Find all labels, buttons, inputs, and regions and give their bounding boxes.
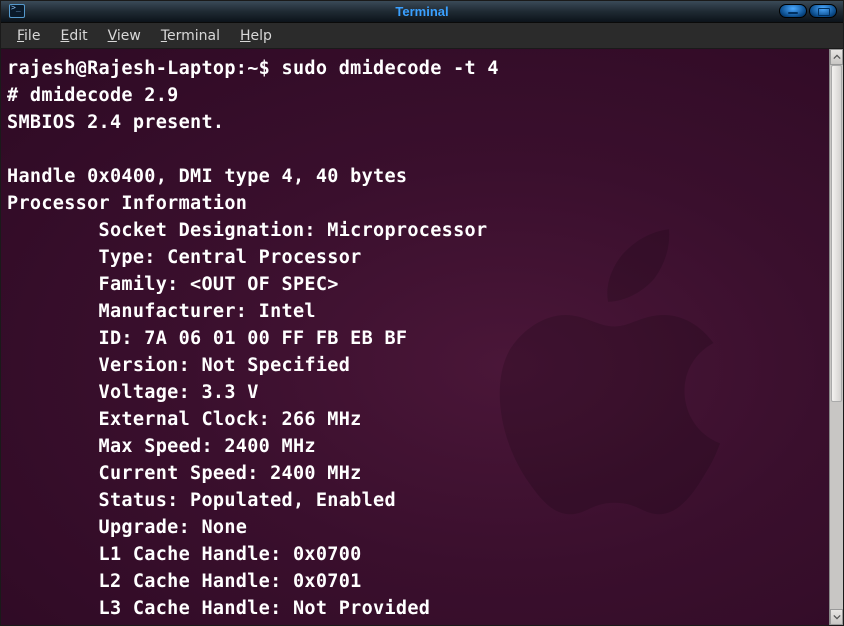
chevron-up-icon xyxy=(833,53,841,61)
shell-command: sudo dmidecode -t 4 xyxy=(282,58,499,79)
menu-view[interactable]: View xyxy=(98,25,151,47)
terminal-window: Terminal File Edit View Terminal Help ra… xyxy=(0,0,844,626)
output-line: Processor Information xyxy=(7,193,247,214)
output-line: Upgrade: None xyxy=(7,517,247,538)
output-line: Max Speed: 2400 MHz xyxy=(7,436,316,457)
output-line: L1 Cache Handle: 0x0700 xyxy=(7,544,362,565)
output-line: Type: Central Processor xyxy=(7,247,362,268)
scroll-down-button[interactable] xyxy=(830,609,843,625)
menu-edit[interactable]: Edit xyxy=(50,25,97,47)
output-line: Socket Designation: Microprocessor xyxy=(7,220,487,241)
output-line: Family: <OUT OF SPEC> xyxy=(7,274,339,295)
scroll-thumb[interactable] xyxy=(831,65,842,402)
output-line: Voltage: 3.3 V xyxy=(7,382,259,403)
window-title: Terminal xyxy=(395,4,448,19)
output-line: L2 Cache Handle: 0x0701 xyxy=(7,571,362,592)
output-line: Manufacturer: Intel xyxy=(7,301,316,322)
maximize-button[interactable] xyxy=(809,4,837,18)
output-line: ID: 7A 06 01 00 FF FB EB BF xyxy=(7,328,407,349)
chevron-down-icon xyxy=(833,613,841,621)
terminal-icon xyxy=(9,4,25,18)
menu-help[interactable]: Help xyxy=(230,25,282,47)
output-line: L3 Cache Handle: Not Provided xyxy=(7,598,430,619)
output-line: Version: Not Specified xyxy=(7,355,350,376)
app-icon xyxy=(9,4,25,18)
output-line: SMBIOS 2.4 present. xyxy=(7,112,224,133)
titlebar[interactable]: Terminal xyxy=(1,1,843,23)
shell-prompt: rajesh@Rajesh-Laptop:~$ xyxy=(7,58,282,79)
output-line: Status: Populated, Enabled xyxy=(7,490,396,511)
output-line: # dmidecode 2.9 xyxy=(7,85,179,106)
terminal-output[interactable]: rajesh@Rajesh-Laptop:~$ sudo dmidecode -… xyxy=(1,49,829,625)
output-line: Handle 0x0400, DMI type 4, 40 bytes xyxy=(7,166,407,187)
menu-file[interactable]: File xyxy=(7,25,50,47)
vertical-scrollbar[interactable] xyxy=(829,49,843,625)
output-line: Current Speed: 2400 MHz xyxy=(7,463,362,484)
scroll-up-button[interactable] xyxy=(830,49,843,65)
menu-terminal[interactable]: Terminal xyxy=(151,25,230,47)
output-line: External Clock: 266 MHz xyxy=(7,409,362,430)
terminal-viewport[interactable]: rajesh@Rajesh-Laptop:~$ sudo dmidecode -… xyxy=(1,49,843,625)
minimize-button[interactable] xyxy=(779,4,807,18)
menubar: File Edit View Terminal Help xyxy=(1,23,843,49)
scroll-track[interactable] xyxy=(830,65,843,609)
window-controls xyxy=(779,4,837,18)
